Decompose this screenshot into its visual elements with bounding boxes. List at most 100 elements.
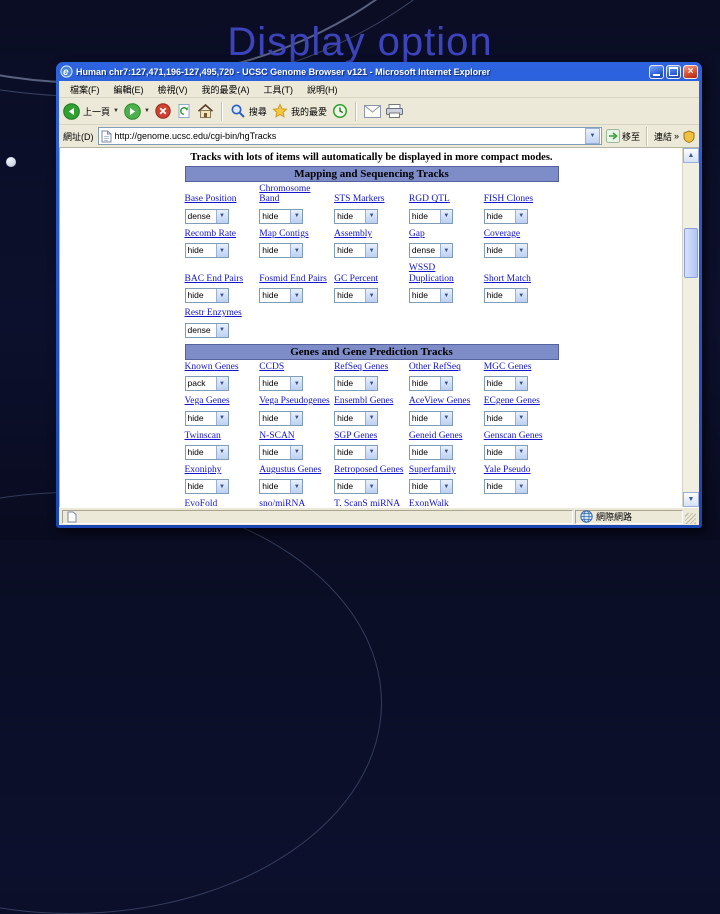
address-input[interactable]: http://genome.ucsc.edu/cgi-bin/hgTracks … <box>97 127 602 145</box>
track-visibility-select[interactable]: dense ▼ <box>184 322 229 338</box>
addon-icon[interactable] <box>683 129 695 143</box>
resize-grip[interactable] <box>685 513 696 524</box>
track-visibility-select[interactable]: hide ▼ <box>483 479 528 495</box>
track-link[interactable]: ECgene Genes <box>484 396 557 406</box>
menu-item-favorites[interactable]: 我的最愛(A) <box>195 82 257 97</box>
track-visibility-select[interactable]: hide ▼ <box>483 376 528 392</box>
track-visibility-select[interactable]: hide ▼ <box>408 410 453 426</box>
maximize-button[interactable] <box>666 64 681 79</box>
track-link[interactable]: Known Genes <box>185 362 258 372</box>
close-button[interactable]: × <box>683 64 698 79</box>
links-button[interactable]: 連結 » <box>654 130 679 143</box>
search-button[interactable]: 搜尋 <box>230 103 267 119</box>
track-visibility-select[interactable]: hide ▼ <box>334 288 379 304</box>
track-visibility-select[interactable]: hide ▼ <box>408 479 453 495</box>
track-visibility-select[interactable]: hide ▼ <box>334 376 379 392</box>
track-link[interactable]: Ensembl Genes <box>334 396 407 406</box>
track-link[interactable]: AceView Genes <box>409 396 482 406</box>
track-link[interactable]: ExonWalk <box>409 499 482 507</box>
track-visibility-select[interactable]: hide ▼ <box>259 288 304 304</box>
track-link[interactable]: Short Match <box>484 274 557 284</box>
track-link[interactable]: Restr Enzymes <box>185 308 258 318</box>
menu-item-tools[interactable]: 工具(T) <box>257 82 301 97</box>
menu-item-file[interactable]: 檔案(F) <box>63 82 107 97</box>
track-link[interactable]: Yale Pseudo <box>484 465 557 475</box>
window-titlebar[interactable]: e Human chr7:127,471,196-127,495,720 - U… <box>59 62 699 81</box>
mail-button[interactable] <box>363 104 381 118</box>
track-visibility-select[interactable]: hide ▼ <box>334 444 379 460</box>
back-button[interactable]: 上一頁 ▼ <box>63 102 119 120</box>
track-link[interactable]: Recomb Rate <box>185 229 258 239</box>
track-link[interactable]: Map Contigs <box>259 229 332 239</box>
track-visibility-select[interactable]: hide ▼ <box>483 288 528 304</box>
track-link[interactable]: Chromosome Band <box>259 184 332 205</box>
track-visibility-select[interactable]: pack ▼ <box>184 376 229 392</box>
track-link[interactable]: Twinscan <box>185 431 258 441</box>
track-link[interactable]: Retroposed Genes <box>334 465 407 475</box>
track-visibility-select[interactable]: hide ▼ <box>184 243 229 259</box>
track-link[interactable]: Coverage <box>484 229 557 239</box>
track-link[interactable]: Vega Pseudogenes <box>259 396 332 406</box>
track-visibility-select[interactable]: hide ▼ <box>184 410 229 426</box>
track-link[interactable]: Augustus Genes <box>259 465 332 475</box>
print-button[interactable] <box>385 104 403 118</box>
track-visibility-select[interactable]: hide ▼ <box>334 479 379 495</box>
track-link[interactable]: RGD QTL <box>409 194 482 204</box>
track-link[interactable]: Gap <box>409 229 482 239</box>
vertical-scrollbar[interactable]: ▲ ▼ <box>682 148 699 507</box>
track-link[interactable]: FISH Clones <box>484 194 557 204</box>
track-link[interactable]: Fosmid End Pairs <box>259 274 332 284</box>
track-link[interactable]: SGP Genes <box>334 431 407 441</box>
track-visibility-select[interactable]: hide ▼ <box>483 410 528 426</box>
track-link[interactable]: EvoFold <box>185 499 258 507</box>
minimize-button[interactable] <box>649 64 664 79</box>
track-link[interactable]: Geneid Genes <box>409 431 482 441</box>
track-visibility-select[interactable]: hide ▼ <box>259 444 304 460</box>
track-visibility-select[interactable]: hide ▼ <box>483 243 528 259</box>
track-visibility-select[interactable]: hide ▼ <box>184 288 229 304</box>
track-visibility-select[interactable]: hide ▼ <box>184 444 229 460</box>
track-link[interactable]: T. ScanS miRNA <box>334 499 407 507</box>
track-visibility-select[interactable]: hide ▼ <box>259 410 304 426</box>
track-link[interactable]: CCDS <box>259 362 332 372</box>
menu-item-view[interactable]: 檢視(V) <box>151 82 195 97</box>
track-link[interactable]: Base Position <box>185 194 258 204</box>
stop-button[interactable] <box>155 103 171 119</box>
track-visibility-select[interactable]: dense ▼ <box>184 208 229 224</box>
menu-item-edit[interactable]: 編輯(E) <box>107 82 151 97</box>
scrollbar-thumb[interactable] <box>684 228 698 278</box>
track-link[interactable]: N-SCAN <box>259 431 332 441</box>
track-link[interactable]: WSSD Duplication <box>409 263 482 284</box>
track-visibility-select[interactable]: hide ▼ <box>334 410 379 426</box>
scroll-up-button[interactable]: ▲ <box>683 148 699 163</box>
track-link[interactable]: Exoniphy <box>185 465 258 475</box>
favorites-button[interactable]: 我的最愛 <box>272 103 327 119</box>
go-button[interactable]: 移至 <box>605 129 640 143</box>
track-visibility-select[interactable]: hide ▼ <box>408 208 453 224</box>
track-visibility-select[interactable]: hide ▼ <box>259 243 304 259</box>
track-visibility-select[interactable]: hide ▼ <box>334 243 379 259</box>
track-visibility-select[interactable]: hide ▼ <box>483 444 528 460</box>
track-visibility-select[interactable]: hide ▼ <box>259 208 304 224</box>
address-dropdown-button[interactable]: ▼ <box>584 128 600 144</box>
scroll-down-button[interactable]: ▼ <box>683 492 699 507</box>
track-link[interactable]: BAC End Pairs <box>185 274 258 284</box>
track-visibility-select[interactable]: hide ▼ <box>259 479 304 495</box>
track-visibility-select[interactable]: hide ▼ <box>184 479 229 495</box>
track-visibility-select[interactable]: hide ▼ <box>334 208 379 224</box>
track-link[interactable]: RefSeq Genes <box>334 362 407 372</box>
track-visibility-select[interactable]: hide ▼ <box>408 444 453 460</box>
track-link[interactable]: Superfamily <box>409 465 482 475</box>
menu-item-help[interactable]: 說明(H) <box>300 82 345 97</box>
track-visibility-select[interactable]: hide ▼ <box>483 208 528 224</box>
history-button[interactable] <box>332 103 348 119</box>
track-link[interactable]: sno/miRNA <box>259 499 332 507</box>
track-link[interactable]: Assembly <box>334 229 407 239</box>
forward-button[interactable]: ▼ <box>124 102 150 120</box>
track-link[interactable]: Vega Genes <box>185 396 258 406</box>
home-button[interactable] <box>197 103 214 119</box>
track-link[interactable]: MGC Genes <box>484 362 557 372</box>
track-visibility-select[interactable]: hide ▼ <box>408 288 453 304</box>
track-visibility-select[interactable]: dense ▼ <box>408 243 453 259</box>
track-link[interactable]: Other RefSeq <box>409 362 482 372</box>
